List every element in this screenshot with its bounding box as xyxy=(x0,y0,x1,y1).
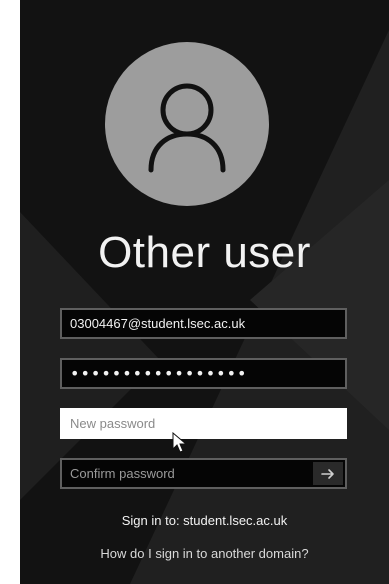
lock-screen: Other user 03004467@student.lsec.ac.uk •… xyxy=(20,0,389,584)
other-domain-link[interactable]: How do I sign in to another domain? xyxy=(20,546,389,561)
user-title: Other user xyxy=(98,228,311,277)
user-silhouette-icon xyxy=(148,83,226,173)
new-password-placeholder: New password xyxy=(70,416,156,431)
password-field[interactable]: ••••••••••••••••• xyxy=(60,358,347,389)
arrow-right-icon xyxy=(321,468,334,479)
mouse-pointer-icon xyxy=(172,432,188,453)
username-field[interactable]: 03004467@student.lsec.ac.uk xyxy=(60,308,347,339)
submit-arrow-button[interactable] xyxy=(313,462,343,485)
confirm-password-placeholder: Confirm password xyxy=(70,466,175,481)
sign-in-domain-text: Sign in to: student.lsec.ac.uk xyxy=(121,513,288,528)
new-password-field[interactable]: New password xyxy=(60,408,347,439)
password-mask: ••••••••••••••••• xyxy=(70,364,248,383)
username-value: 03004467@student.lsec.ac.uk xyxy=(70,316,246,331)
confirm-password-field[interactable]: Confirm password xyxy=(60,458,347,489)
user-avatar xyxy=(105,42,269,206)
